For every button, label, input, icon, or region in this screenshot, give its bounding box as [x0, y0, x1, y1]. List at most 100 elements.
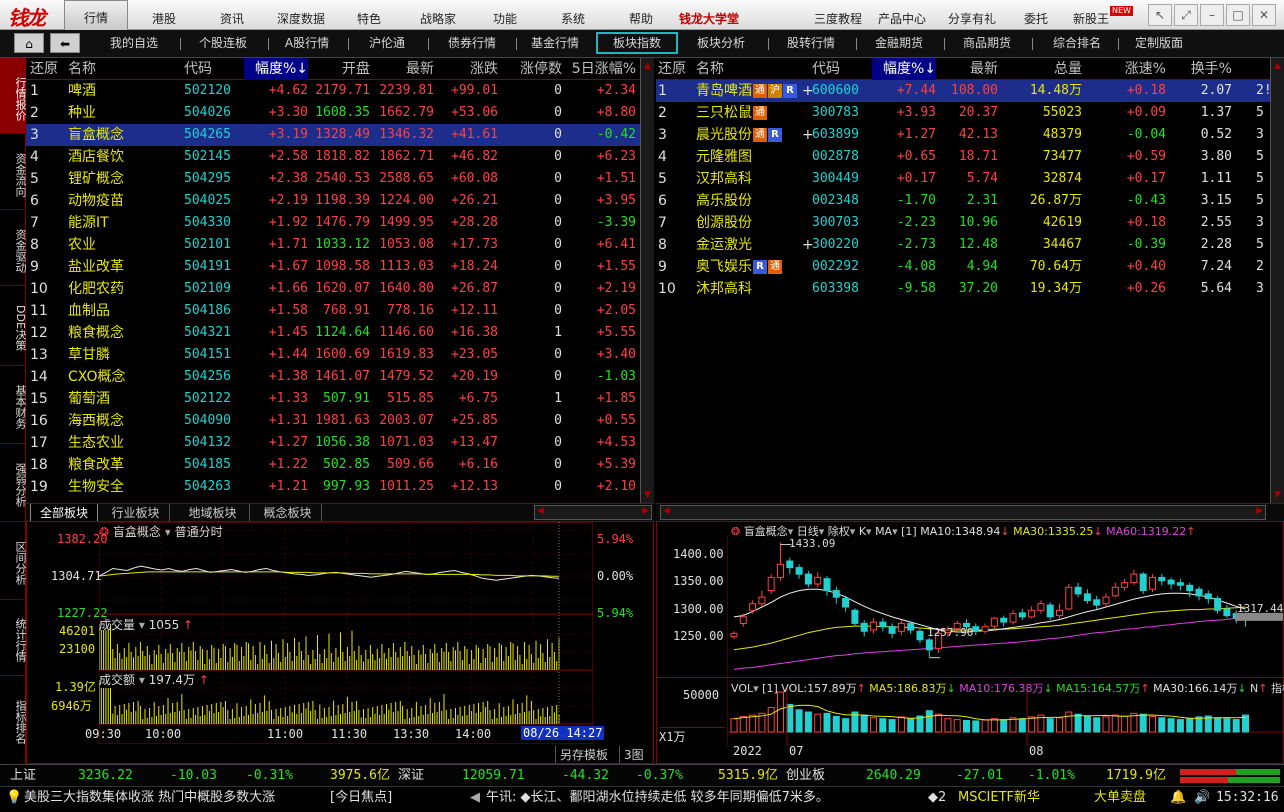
scroll-right-icon[interactable]: ▶ [642, 506, 649, 516]
col-header-code[interactable]: 代码 [812, 58, 862, 80]
volume-icon[interactable]: 🔊 [1194, 787, 1210, 809]
scroll-down-icon[interactable]: ▼ [641, 489, 654, 501]
tab-industry[interactable]: 行业板块 [102, 504, 170, 522]
table-row[interactable]: 4 元隆雅图 002878 +0.65 18.71 73477 +0.59 3.80 5 [656, 146, 1270, 168]
table-row[interactable]: 11 血制品 504186 +1.58 768.91 778.16 +12.11 0 +2.05 [26, 300, 640, 322]
table-row[interactable]: 15 葡萄酒 502122 +1.33 507.91 515.85 +6.75 1 +1.85 [26, 388, 640, 410]
intraday-chart[interactable] [99, 522, 593, 744]
ticker-headline[interactable]: 美股三大指数集体收涨 热门中概股多数大涨 [24, 787, 275, 809]
expand-icon[interactable]: ⤢ [1174, 4, 1198, 26]
kline-chart[interactable] [727, 536, 1283, 746]
ticker-news[interactable]: 午讯: ◆长江、鄱阳湖水位持续走低 较多年同期偏低7米多。 [486, 787, 829, 809]
table-row[interactable]: 16 海西概念 504090 +1.31 1981.63 2003.07 +25.85 0 +0… [26, 410, 640, 432]
scroll-left-icon[interactable]: ◀ [537, 506, 544, 516]
nav-neeq[interactable]: 股转行情 [776, 32, 846, 54]
menu-tab-hk[interactable]: 港股 [136, 0, 192, 30]
nav-bonds[interactable]: 债券行情 [436, 32, 508, 54]
menu-tab-feature[interactable]: 特色 [344, 0, 394, 30]
ticker-etf[interactable]: MSCIETF新华 [958, 787, 1040, 809]
sector-name[interactable]: 动物疫苗 [68, 190, 178, 212]
ticker-order-flow[interactable]: 大单卖盘 [1094, 787, 1146, 809]
table-row[interactable]: 14 CXO概念 504256 +1.38 1461.07 1479.52 +20.19 0 -… [26, 366, 640, 388]
table-row[interactable]: 19 生物安全 504263 +1.21 997.93 1011.25 +12.13 0 +2.… [26, 476, 640, 498]
col-header-turnover[interactable]: 换手% [1176, 58, 1232, 80]
stock-name[interactable]: 高乐股份 [696, 193, 752, 209]
menu-ipo[interactable]: 新股王 [1066, 0, 1116, 30]
stock-name-cell[interactable]: 青岛啤酒通沪 R [696, 80, 810, 102]
sector-name[interactable]: 血制品 [68, 300, 178, 322]
sector-name[interactable]: 生态农业 [68, 432, 178, 454]
table-row[interactable]: 8 金运激光 +300220 -2.73 12.48 34467 -0.39 2.28 5 [656, 234, 1270, 256]
col-header-restore[interactable]: 还原 [658, 58, 694, 80]
stock-name-cell[interactable]: 高乐股份 [696, 190, 810, 212]
table-row[interactable]: 7 能源IT 504330 +1.92 1476.79 1499.95 +28.28 0 -3.… [26, 212, 640, 234]
scroll-left-icon[interactable]: ◀ [663, 506, 670, 516]
sector-name[interactable]: 能源IT [68, 212, 178, 234]
sector-name[interactable]: 啤酒 [68, 80, 178, 102]
stock-name[interactable]: 奥飞娱乐 [696, 259, 752, 275]
sector-name[interactable]: 盐业改革 [68, 256, 178, 278]
stock-name[interactable]: 晨光股份 [696, 127, 752, 143]
col-header-5day[interactable]: 5日涨幅% [564, 58, 636, 80]
scroll-up-icon[interactable]: ▲ [1271, 60, 1284, 72]
menu-tab-system[interactable]: 系统 [548, 0, 598, 30]
col-header-last[interactable]: 最新 [938, 58, 998, 80]
menu-tab-academy[interactable]: 钱龙大学堂 [674, 0, 744, 30]
tab-concept[interactable]: 概念板块 [254, 504, 322, 522]
vol-ind-name[interactable]: VOL [731, 682, 753, 695]
sidebar-item-financials[interactable]: 基本财务 [0, 366, 27, 444]
sz-index-name[interactable]: 深证 [398, 765, 424, 787]
menu-tab-depth[interactable]: 深度数据 [268, 0, 334, 30]
scroll-right-icon[interactable]: ▶ [1256, 506, 1263, 516]
sector-name[interactable]: 酒店餐饮 [68, 146, 178, 168]
table-row[interactable]: 13 草甘膦 504151 +1.44 1600.69 1619.83 +23.05 0 +3.… [26, 344, 640, 366]
col-header-name[interactable]: 名称 [68, 58, 128, 80]
stock-name[interactable]: 金运激光 [696, 237, 752, 253]
sh-index-name[interactable]: 上证 [10, 765, 36, 787]
table-row[interactable]: 1 啤酒 502120 +4.62 2179.71 2239.81 +99.01 0 +2.34 [26, 80, 640, 102]
sidebar-item-fundflow[interactable]: 资金流向 [0, 134, 27, 210]
back-arrow-icon[interactable]: ⬅ [50, 33, 80, 53]
sector-name[interactable]: 生物安全 [68, 476, 178, 498]
sidebar-item-stats[interactable]: 统计行情 [0, 600, 27, 676]
stock-name-cell[interactable]: 奥飞娱乐 R 通 [696, 256, 810, 278]
stock-name-cell[interactable]: 三只松鼠通 [696, 102, 810, 124]
scroll-down-icon[interactable]: ▼ [1271, 489, 1284, 501]
3d-chart-button[interactable]: 3图 [619, 746, 644, 763]
indicator-help-link[interactable]: 指标说明 [1271, 682, 1284, 695]
menu-products[interactable]: 产品中心 [872, 0, 932, 30]
table-row[interactable]: 4 酒店餐饮 502145 +2.58 1818.82 1862.71 +46.82 0 +6.… [26, 146, 640, 168]
table-row[interactable]: 6 高乐股份 002348 -1.70 2.31 26.87万 -0.43 3.15 5 [656, 190, 1270, 212]
table-row[interactable]: 18 粮食改革 504185 +1.22 502.85 509.66 +6.16 0 +5.39 [26, 454, 640, 476]
table-row[interactable]: 10 化肥农药 502109 +1.66 1620.07 1640.80 +26.87 0 +2… [26, 278, 640, 300]
tab-region[interactable]: 地域板块 [176, 504, 250, 522]
sector-name[interactable]: 草甘膦 [68, 344, 178, 366]
col-header-speed[interactable]: 涨速% [1096, 58, 1166, 80]
col-header-name[interactable]: 名称 [696, 58, 756, 80]
nav-streak[interactable]: 个股连板 [188, 32, 258, 54]
table-row[interactable]: 5 锂矿概念 504295 +2.38 2540.53 2588.65 +60.08 0 +1.… [26, 168, 640, 190]
scroll-up-icon[interactable]: ▲ [641, 60, 654, 72]
cy-index-name[interactable]: 创业板 [786, 765, 825, 787]
stock-name[interactable]: 沐邦高科 [696, 281, 752, 297]
stock-name-cell[interactable]: 沐邦高科 [696, 278, 810, 300]
close-icon[interactable]: ✕ [1252, 4, 1276, 26]
table-row[interactable]: 10 沐邦高科 603398 -9.58 37.20 19.34万 +0.26 5.64 3 [656, 278, 1270, 300]
col-header-limit-up[interactable]: 涨停数 [500, 58, 562, 80]
sidebar-item-dde[interactable]: DDE决策 [0, 286, 27, 366]
horizontal-scrollbar[interactable]: ◀ ▶ [660, 505, 1266, 520]
save-template-button[interactable]: 另存模板 [555, 746, 608, 763]
pin-icon[interactable]: ↖ [1148, 4, 1172, 26]
nav-fin-futures[interactable]: 金融期货 [862, 32, 936, 54]
table-row[interactable]: 2 三只松鼠通 300783 +3.93 20.37 55023 +0.09 1.37 5 [656, 102, 1270, 124]
stock-name[interactable]: 青岛啤酒 [696, 83, 752, 99]
stock-name[interactable]: 元隆雅图 [696, 149, 752, 165]
sidebar-item-quotes[interactable]: 行情报价 [0, 58, 27, 134]
menu-tab-news[interactable]: 资讯 [204, 0, 260, 30]
maximize-icon[interactable]: □ [1226, 4, 1250, 26]
table-row[interactable]: 2 种业 504026 +3.30 1608.35 1662.79 +53.06 0 +8.80 [26, 102, 640, 124]
col-header-change-pct[interactable]: 幅度%↓ [872, 58, 936, 80]
sector-name[interactable]: 葡萄酒 [68, 388, 178, 410]
sector-name[interactable]: 粮食改革 [68, 454, 178, 476]
stock-name-cell[interactable]: 晨光股份通 R [696, 124, 810, 146]
